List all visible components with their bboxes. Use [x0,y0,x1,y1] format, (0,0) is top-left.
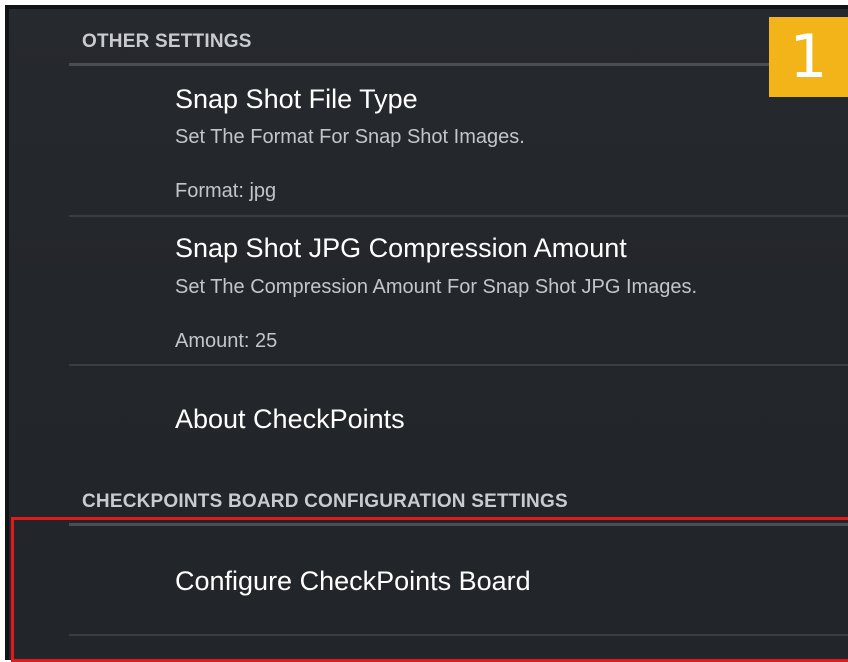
setting-about-checkpoints[interactable]: About CheckPoints [69,366,848,476]
setting-snapshot-file-type[interactable]: Snap Shot File Type Set The Format For S… [69,66,848,216]
setting-title: Snap Shot File Type [175,84,418,114]
step-number-badge: 1 [769,17,848,97]
setting-summary: Set The Compression Amount For Snap Shot… [175,276,698,298]
section-header-other-settings: OTHER SETTINGS [82,31,252,52]
list-divider [69,634,848,636]
settings-screen: OTHER SETTINGS Snap Shot File Type Set T… [9,9,848,660]
setting-summary: Set The Format For Snap Shot Images. [175,126,525,148]
setting-title: About CheckPoints [175,404,405,434]
setting-value: Format: jpg [175,180,277,202]
section-header-board-configuration: CHECKPOINTS BOARD CONFIGURATION SETTINGS [82,491,568,512]
setting-title: Snap Shot JPG Compression Amount [175,233,627,263]
setting-configure-checkpoints-board[interactable]: Configure CheckPoints Board [69,526,848,634]
setting-title: Configure CheckPoints Board [175,566,531,596]
setting-value: Amount: 25 [175,330,278,352]
setting-jpg-compression-amount[interactable]: Snap Shot JPG Compression Amount Set The… [69,217,848,365]
